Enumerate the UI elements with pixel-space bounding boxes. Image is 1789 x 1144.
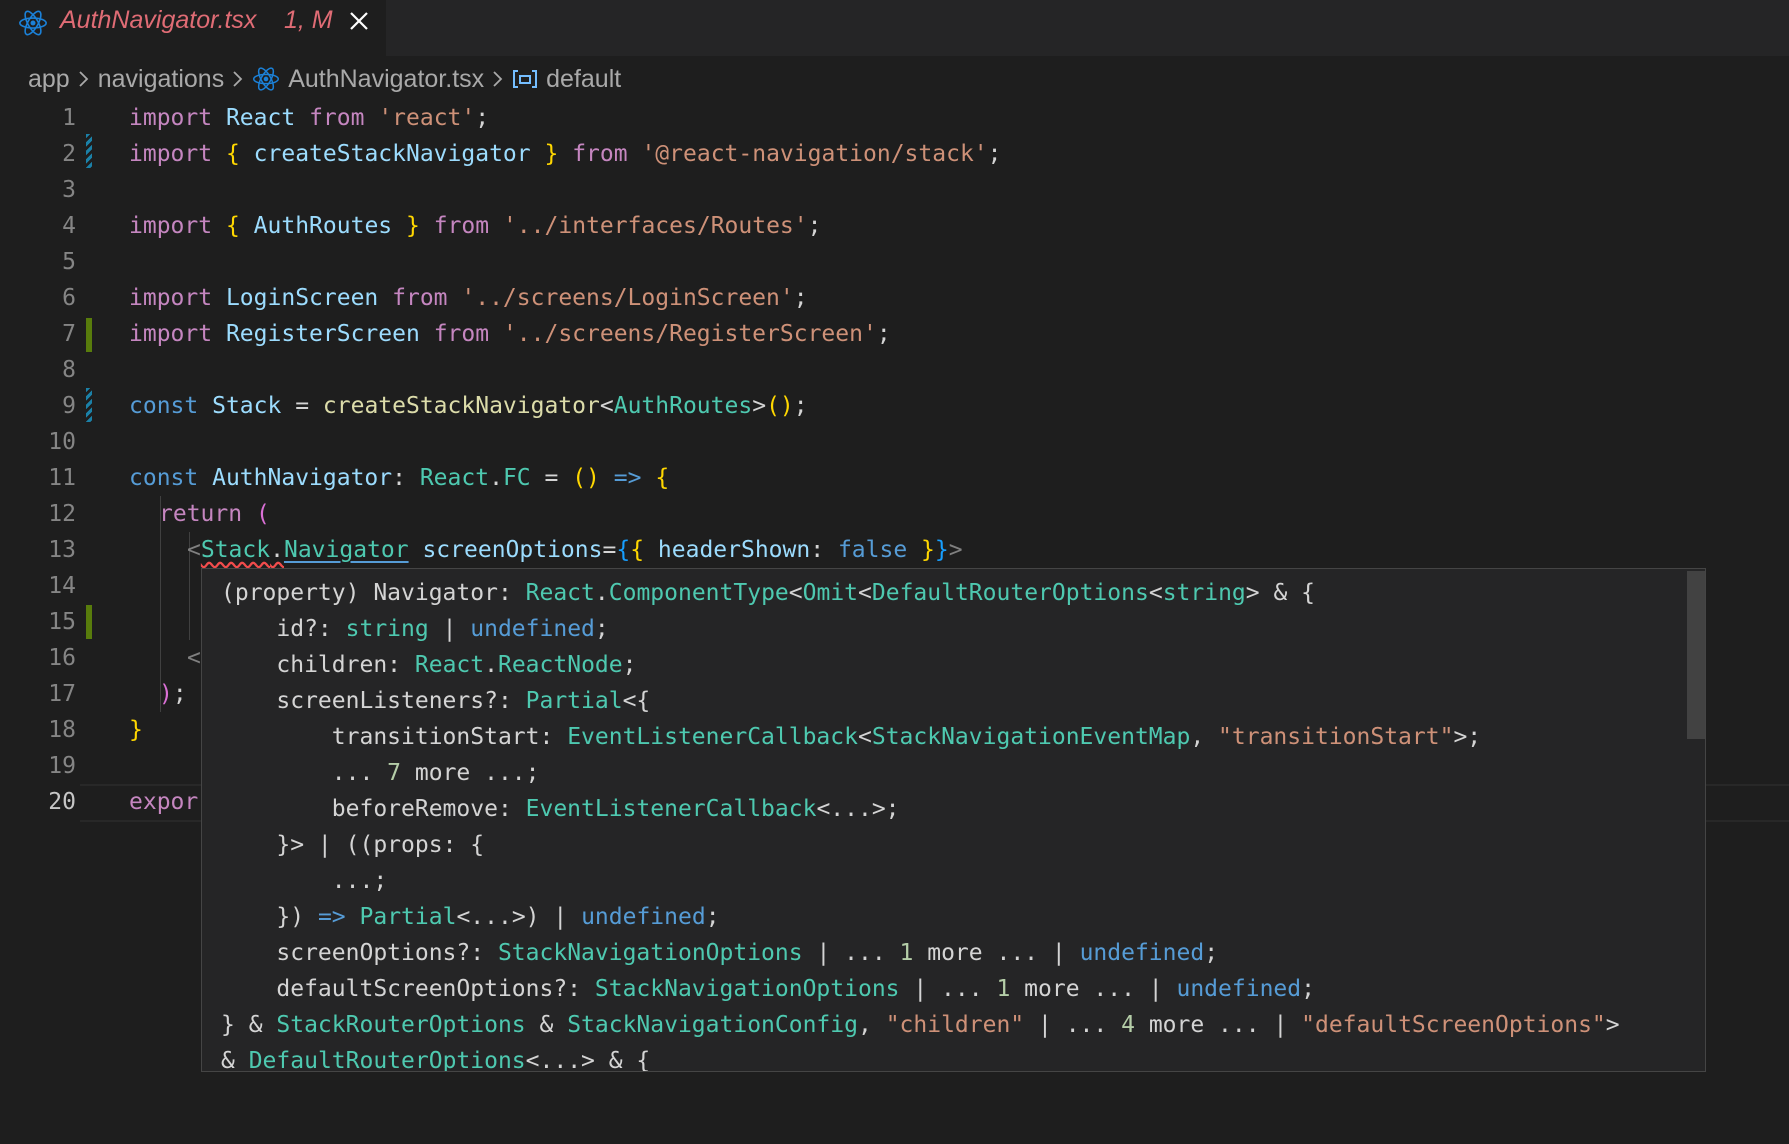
- hover-line: screenOptions?: StackNavigationOptions |…: [221, 940, 1219, 966]
- editor-tab[interactable]: AuthNavigator.tsx 1, M: [0, 0, 386, 56]
- line-number: 12: [48, 501, 76, 527]
- react-icon: [18, 8, 48, 42]
- gutter-changed-marker[interactable]: [86, 134, 92, 168]
- line-number: 14: [48, 573, 76, 599]
- code-line-6: import LoginScreen from '../screens/Logi…: [129, 285, 808, 311]
- hover-line: screenListeners?: Partial<{: [221, 688, 651, 714]
- code-line-7: import RegisterScreen from '../screens/R…: [129, 321, 891, 347]
- line-number: 18: [48, 717, 76, 743]
- hover-content: (property) Navigator: React.ComponentTyp…: [221, 575, 1620, 1072]
- breadcrumb-item-navigations[interactable]: navigations: [98, 65, 224, 94]
- code-line-4: import { AuthRoutes } from '../interface…: [129, 213, 822, 239]
- hover-line: beforeRemove: EventListenerCallback<...>…: [221, 796, 900, 822]
- line-number: 7: [62, 321, 76, 347]
- line-number: 1: [62, 105, 76, 131]
- code-line-12: return (: [159, 501, 270, 527]
- react-icon: [252, 65, 280, 93]
- hover-tooltip[interactable]: (property) Navigator: React.ComponentTyp…: [201, 568, 1706, 1072]
- tab-status-badge: 1, M: [284, 6, 333, 34]
- line-number: 16: [48, 645, 76, 671]
- line-number: 11: [48, 465, 76, 491]
- code-line-13: <Stack.Navigator screenOptions={{ header…: [187, 537, 963, 563]
- code-line-16: <: [187, 645, 201, 671]
- tab-title: AuthNavigator.tsx: [60, 6, 257, 34]
- line-number-active: 20: [48, 789, 76, 815]
- line-number: 5: [62, 249, 76, 275]
- line-number: 2: [62, 141, 76, 167]
- line-number: 19: [48, 753, 76, 779]
- editor-bottom-area: [0, 1090, 1789, 1144]
- hover-line: ...;: [221, 868, 388, 894]
- chevron-right-icon: [78, 69, 90, 89]
- code-line-9: const Stack = createStackNavigator<AuthR…: [129, 393, 808, 419]
- hover-line: id?: string | undefined;: [221, 616, 609, 642]
- code-line-17: );: [159, 681, 187, 707]
- hover-line: & DefaultRouterOptions<...> & {: [221, 1048, 651, 1072]
- hover-line: children: React.ReactNode;: [221, 652, 637, 678]
- hover-scrollbar[interactable]: [1687, 569, 1705, 1071]
- code-line-20: expor: [129, 789, 199, 815]
- hover-line: defaultScreenOptions?: StackNavigationOp…: [221, 976, 1315, 1002]
- chevron-right-icon: [492, 69, 504, 89]
- hover-line: }) => Partial<...>) | undefined;: [221, 904, 720, 930]
- breadcrumb-item-file[interactable]: AuthNavigator.tsx: [288, 65, 484, 94]
- line-number: 6: [62, 285, 76, 311]
- hover-line: transitionStart: EventListenerCallback<S…: [221, 724, 1482, 750]
- line-number: 15: [48, 609, 76, 635]
- line-number: 13: [48, 537, 76, 563]
- code-line-11: const AuthNavigator: React.FC = () => {: [129, 465, 670, 491]
- close-icon[interactable]: [347, 9, 371, 33]
- code-line-2: import { createStackNavigator } from '@r…: [129, 141, 1002, 167]
- breadcrumb-item-symbol[interactable]: default: [546, 65, 621, 94]
- symbol-variable-icon: [512, 68, 538, 90]
- tab-bar: AuthNavigator.tsx 1, M: [0, 0, 1789, 56]
- line-number: 8: [62, 357, 76, 383]
- gutter-added-marker[interactable]: [86, 318, 92, 352]
- line-number: 10: [48, 429, 76, 455]
- breadcrumb-item-app[interactable]: app: [28, 65, 70, 94]
- line-number: 9: [62, 393, 76, 419]
- code-line-1: import React from 'react';: [129, 105, 490, 131]
- gutter-added-marker[interactable]: [86, 605, 92, 639]
- hover-line: ... 7 more ...;: [221, 760, 540, 786]
- line-number: 17: [48, 681, 76, 707]
- hover-scrollbar-thumb[interactable]: [1687, 571, 1705, 739]
- hover-line: (property) Navigator: React.ComponentTyp…: [221, 580, 1316, 606]
- code-line-18: }: [129, 717, 143, 743]
- breadcrumb: app navigations AuthNavigator.tsx defaul…: [28, 62, 621, 96]
- line-number: 3: [62, 177, 76, 203]
- error-squiggle[interactable]: Stack: [201, 537, 270, 563]
- chevron-right-icon: [232, 69, 244, 89]
- gutter-changed-marker[interactable]: [86, 388, 92, 422]
- line-number: 4: [62, 213, 76, 239]
- hover-line: }> | ((props: {: [221, 832, 485, 858]
- hover-line: } & StackRouterOptions & StackNavigation…: [221, 1012, 1620, 1038]
